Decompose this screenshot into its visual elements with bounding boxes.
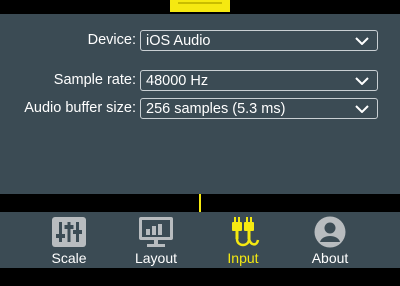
device-select[interactable]: iOS Audio bbox=[140, 30, 378, 51]
tab-layout[interactable]: Layout bbox=[116, 212, 196, 268]
level-indicator bbox=[170, 0, 230, 12]
sample-rate-value: 48000 Hz bbox=[146, 73, 209, 89]
tab-scale-label: Scale bbox=[51, 250, 87, 266]
buffer-size-row: Audio buffer size: 256 samples (5.3 ms) bbox=[0, 98, 400, 120]
sample-rate-select[interactable]: 48000 Hz bbox=[140, 70, 378, 91]
input-settings-panel: Device: iOS Audio Sample rate: 48000 Hz … bbox=[0, 14, 400, 194]
audio-cable-icon bbox=[232, 217, 260, 247]
sample-rate-row: Sample rate: 48000 Hz bbox=[0, 70, 400, 92]
tab-scale[interactable]: Scale bbox=[29, 212, 109, 268]
sample-rate-label: Sample rate: bbox=[53, 72, 136, 88]
device-value: iOS Audio bbox=[146, 33, 211, 49]
tab-input-label: Input bbox=[227, 250, 259, 266]
chevron-down-icon bbox=[355, 77, 369, 85]
tab-about-label: About bbox=[311, 250, 349, 266]
device-label: Device: bbox=[87, 32, 136, 48]
tab-about[interactable]: About bbox=[290, 212, 370, 268]
buffer-size-select[interactable]: 256 samples (5.3 ms) bbox=[140, 98, 378, 119]
monitor-chart-icon bbox=[139, 217, 173, 247]
buffer-size-label: Audio buffer size: bbox=[24, 100, 136, 116]
chevron-down-icon bbox=[355, 37, 369, 45]
sliders-icon bbox=[52, 217, 86, 247]
bottom-strip bbox=[0, 268, 400, 286]
tab-layout-label: Layout bbox=[134, 250, 178, 266]
chevron-down-icon bbox=[355, 105, 369, 113]
tab-input[interactable]: Input bbox=[203, 212, 283, 268]
center-marker bbox=[199, 194, 201, 212]
device-row: Device: iOS Audio bbox=[0, 30, 400, 52]
buffer-size-value: 256 samples (5.3 ms) bbox=[146, 101, 286, 117]
tab-bar: Scale Layout Input About bbox=[0, 212, 400, 268]
person-icon bbox=[314, 216, 346, 248]
